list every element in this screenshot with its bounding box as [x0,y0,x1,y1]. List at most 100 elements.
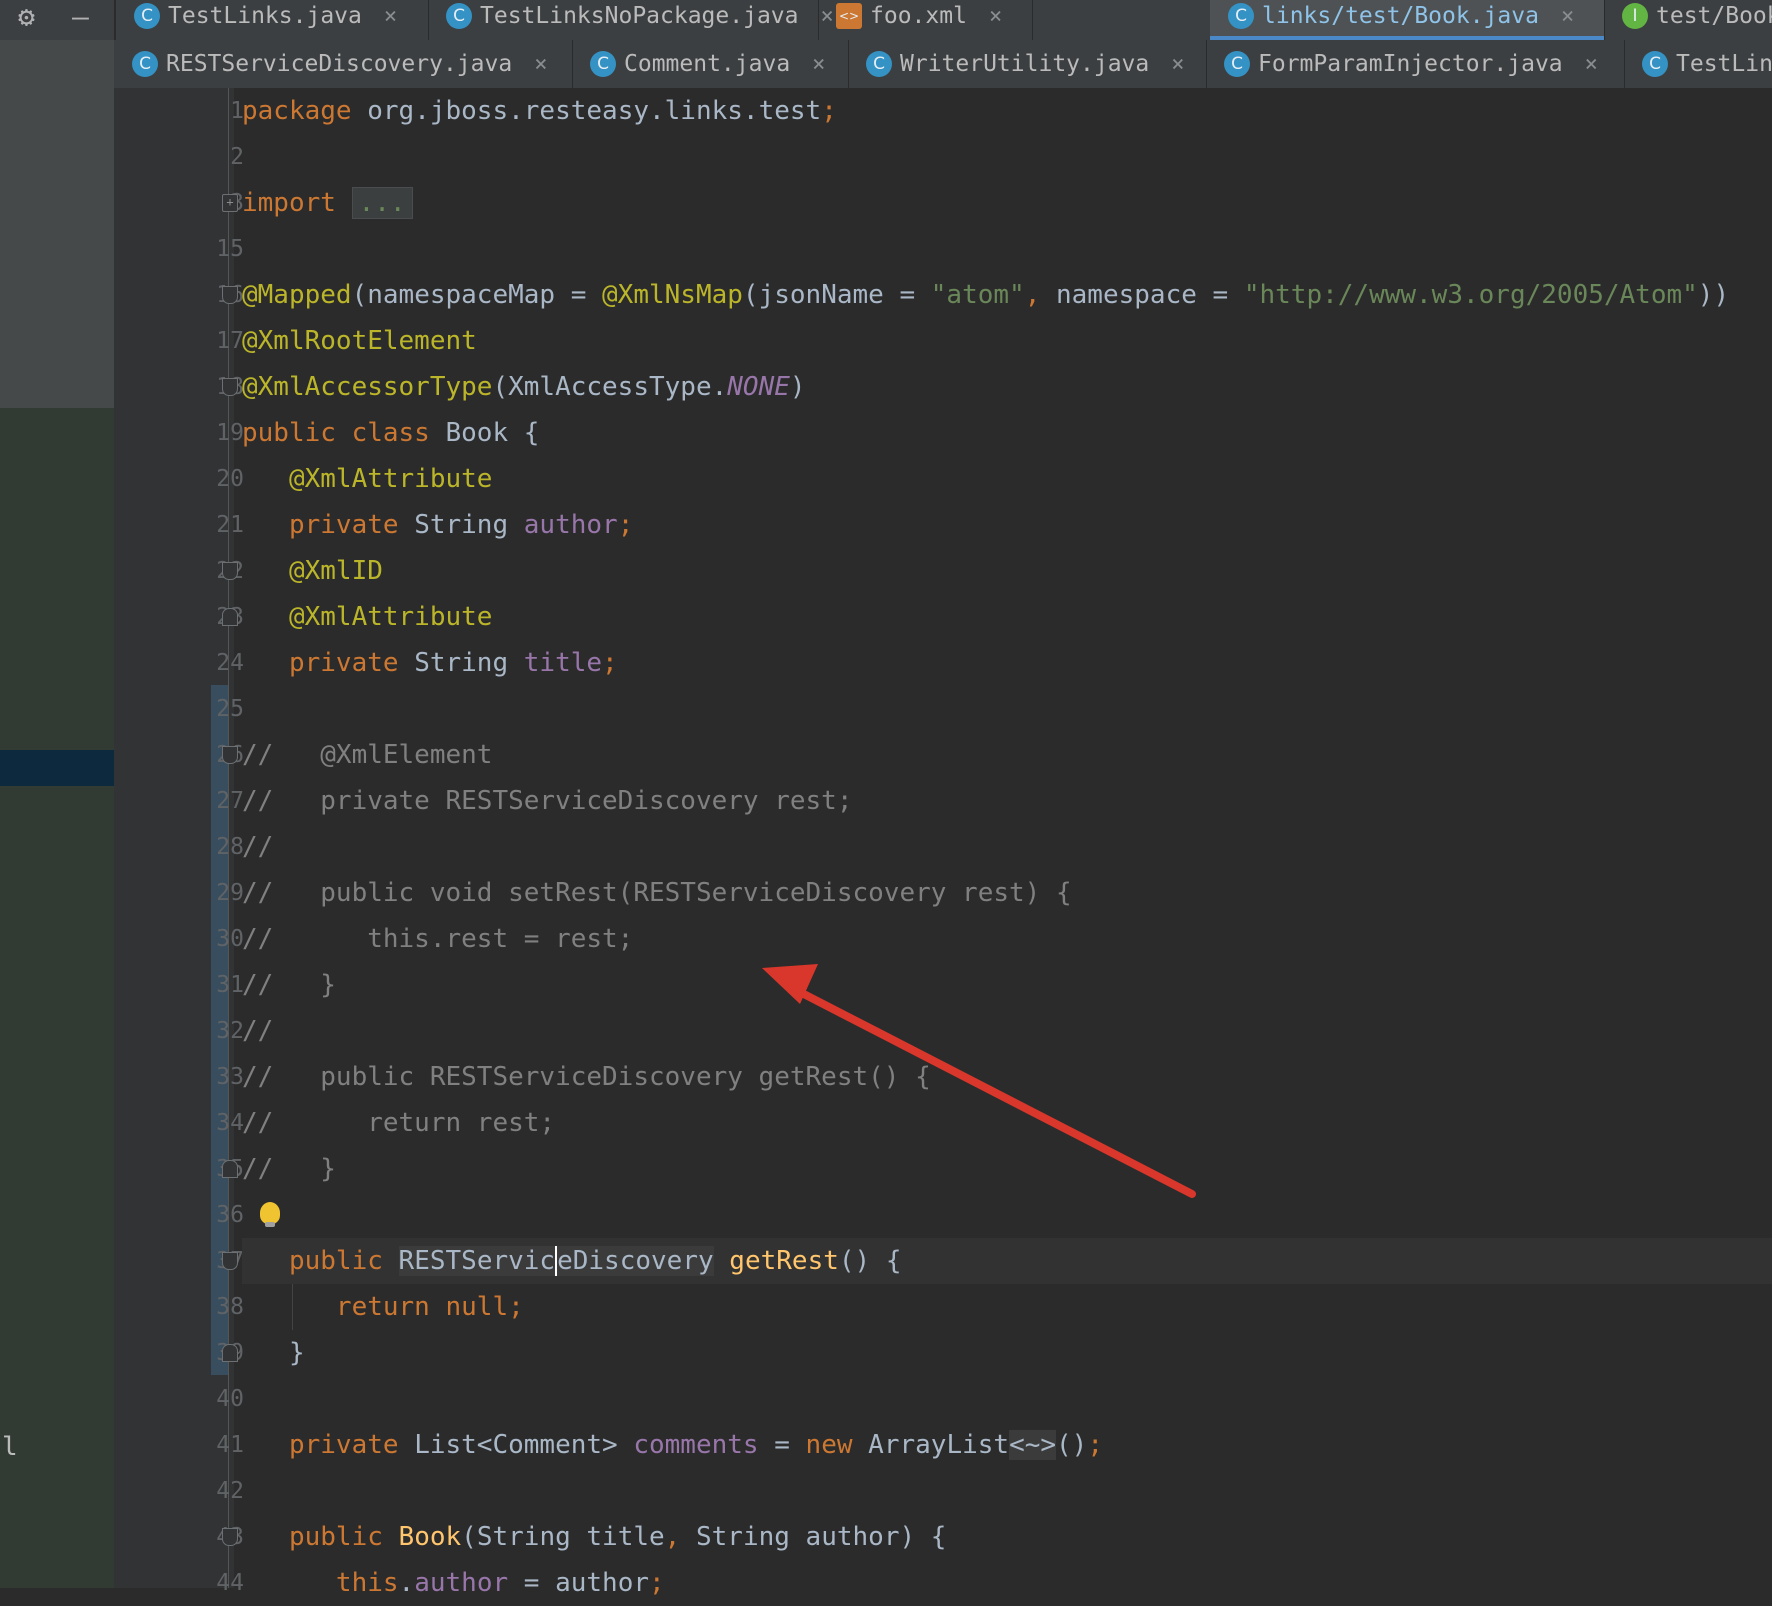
line-number: 1 [230,98,244,124]
close-icon[interactable]: × [534,52,547,77]
code-token: @Mapped [242,280,352,310]
fold-collapse-icon[interactable] [222,1160,238,1178]
code-token: @XmlAttribute [242,602,493,632]
code-line[interactable]: private String author; [242,502,1772,548]
code-line[interactable]: @XmlID [242,548,1772,594]
code-token: @XmlAttribute [242,464,493,494]
code-line[interactable]: return null; [242,1284,1772,1330]
code-token: author [414,1568,524,1598]
code-token: public [242,1246,399,1276]
indent-guide [292,1284,293,1330]
java-class-icon: C [1642,51,1668,77]
code-line-current[interactable]: public RESTServiceDiscovery getRest() { [242,1238,1772,1284]
code-line[interactable]: // public void setRest(RESTServiceDiscov… [242,870,1772,916]
code-line[interactable]: @XmlAttribute [242,594,1772,640]
close-icon[interactable]: × [989,4,1002,29]
code-line[interactable]: this.author = author; [242,1560,1772,1606]
close-icon[interactable]: × [1171,52,1184,77]
fold-collapse-icon[interactable] [222,562,238,580]
folded-imports[interactable]: ... [351,187,413,219]
code-token: () { [838,1246,902,1276]
tab-row2-0[interactable]: C RESTServiceDiscovery.java × [114,40,573,88]
code-editor[interactable]: package org.jboss.resteasy.links.test; im… [242,88,1772,1598]
tab-label: WriterUtility.java [900,51,1150,77]
code-token: (XmlAccessType. [492,372,728,402]
line-number: 31 [216,972,244,998]
tab-row1-2[interactable]: <> foo.xml × [818,0,1033,40]
code-line[interactable] [242,226,1772,272]
line-number: 29 [216,880,244,906]
line-number: 38 [216,1294,244,1320]
close-icon[interactable]: × [1585,52,1598,77]
code-line[interactable]: // this.rest = rest; [242,916,1772,962]
tab-row2-2[interactable]: C WriterUtility.java × [848,40,1207,88]
close-icon[interactable]: × [812,52,825,77]
code-token: comments [633,1430,775,1460]
code-line[interactable]: private List<Comment> comments = new Arr… [242,1422,1772,1468]
code-line[interactable] [242,1376,1772,1422]
tab-label: FormParamInjector.java [1258,51,1563,77]
code-token: ) [789,372,806,402]
code-line[interactable]: // return rest; [242,1100,1772,1146]
java-class-icon: C [134,3,160,29]
fold-collapse-icon[interactable] [222,286,238,304]
fold-collapse-icon[interactable] [222,608,238,626]
gear-icon[interactable]: ⚙ [18,2,35,32]
project-panel-tree[interactable] [0,408,114,1588]
tab-row1-4[interactable]: Itest/BookStoreSer [1604,0,1772,40]
line-number: 27 [216,788,244,814]
code-line[interactable]: public class Book { [242,410,1772,456]
code-line[interactable]: // [242,1008,1772,1054]
code-line[interactable]: private String title; [242,640,1772,686]
project-panel-band [0,40,114,408]
tab-row2-4[interactable]: C TestLin [1624,40,1772,88]
project-tree-selected-row[interactable] [0,750,114,786]
code-line[interactable]: // @XmlElement [242,732,1772,778]
fold-expand-icon[interactable]: + [222,194,238,212]
project-tool-window[interactable]: l ⚙ — [0,0,114,1588]
code-line[interactable]: } [242,1330,1772,1376]
close-icon[interactable]: × [384,4,397,29]
code-line[interactable]: // } [242,962,1772,1008]
code-line[interactable]: // public RESTServiceDiscovery getRest()… [242,1054,1772,1100]
java-class-icon: C [446,3,472,29]
code-line[interactable]: import ... [242,180,1772,226]
fold-collapse-icon[interactable] [222,1252,238,1270]
code-line[interactable]: @Mapped(namespaceMap = @XmlNsMap(jsonNam… [242,272,1772,318]
tab-row2-3[interactable]: C FormParamInjector.java × [1206,40,1625,88]
close-icon[interactable]: × [1561,4,1574,29]
editor-gutter: 123+151617181920212223242526272829303132… [114,88,280,1596]
code-line[interactable]: package org.jboss.resteasy.links.test; [242,88,1772,134]
code-line[interactable]: @XmlRootElement [242,318,1772,364]
java-class-icon: C [1224,51,1250,77]
code-line[interactable] [242,686,1772,732]
fold-collapse-icon[interactable] [222,746,238,764]
code-line[interactable] [242,1468,1772,1514]
code-token: return null [242,1292,509,1322]
code-token: @XmlAccessorType [242,372,493,402]
code-line[interactable] [242,1192,1772,1238]
fold-collapse-icon[interactable] [222,1344,238,1362]
tab-label: TestLin [1676,51,1772,77]
code-token: // public RESTServiceDiscovery getRest()… [242,1062,931,1092]
tab-row1-0[interactable]: C TestLinks.java × [116,0,429,40]
minimize-icon[interactable]: — [72,2,89,32]
code-token: import [242,188,352,218]
tab-row1-3[interactable]: Clinks/test/Book.java × [1210,0,1605,40]
code-line[interactable]: public Book(String title, String author)… [242,1514,1772,1560]
code-line[interactable]: @XmlAccessorType(XmlAccessType.NONE) [242,364,1772,410]
line-number: 33 [216,1064,244,1090]
code-token: // public void setRest(RESTServiceDiscov… [242,878,1072,908]
code-line[interactable]: // } [242,1146,1772,1192]
tab-row2-1[interactable]: C Comment.java × [572,40,849,88]
code-line[interactable]: // private RESTServiceDiscovery rest; [242,778,1772,824]
code-line[interactable] [242,134,1772,180]
line-number: 19 [216,420,244,446]
fold-collapse-icon[interactable] [222,1528,238,1546]
code-line[interactable]: @XmlAttribute [242,456,1772,502]
java-class-icon: C [590,51,616,77]
fold-collapse-icon[interactable] [222,378,238,396]
code-token: = [774,1430,806,1460]
tab-row1-1[interactable]: C TestLinksNoPackage.java × [428,0,834,40]
code-line[interactable]: // [242,824,1772,870]
